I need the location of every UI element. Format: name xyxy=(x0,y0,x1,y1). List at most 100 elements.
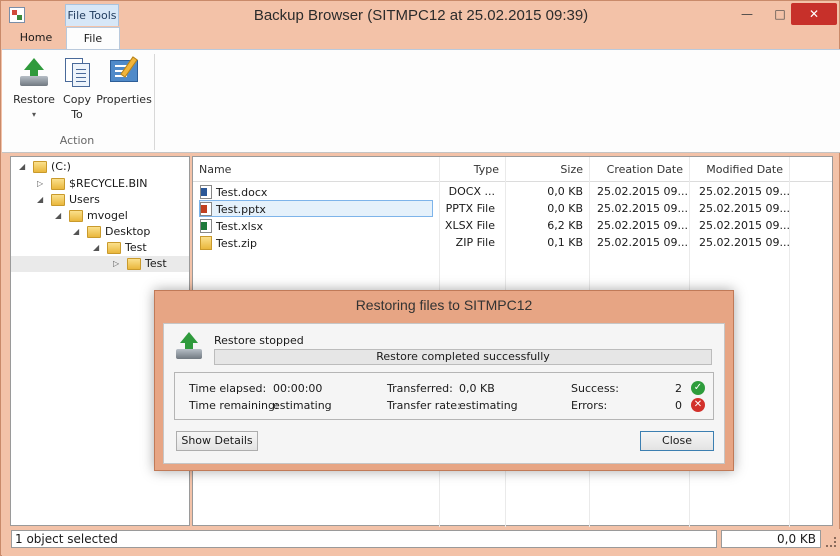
folder-icon xyxy=(33,161,47,173)
time-remaining-value: estimating xyxy=(273,399,332,412)
copy-label-line1: Copy xyxy=(63,93,91,106)
restore-statistics: Time elapsed: 00:00:00 Time remaining: e… xyxy=(174,372,714,420)
table-row[interactable]: Test.zip ZIP File 0,1 KB 25.02.2015 09..… xyxy=(193,234,832,251)
properties-icon xyxy=(108,56,140,88)
tree-item-desktop[interactable]: ◢ Desktop xyxy=(73,224,150,240)
file-name: Test.docx xyxy=(216,186,268,199)
folder-icon xyxy=(107,242,121,254)
properties-label: Properties xyxy=(96,93,152,106)
restore-label: Restore xyxy=(13,93,55,106)
file-name: Test.xlsx xyxy=(216,220,263,233)
tree-item-label: $RECYCLE.BIN xyxy=(69,177,148,190)
file-size: 0,1 KB xyxy=(547,236,583,249)
file-modified-date: 25.02.2015 09... xyxy=(699,219,790,232)
tree-item-label: Test xyxy=(125,241,147,254)
time-remaining-label: Time remaining: xyxy=(189,399,279,412)
tree-item-label: Test xyxy=(145,257,167,270)
folder-icon xyxy=(51,194,65,206)
close-button[interactable]: Close xyxy=(640,431,714,451)
restore-icon xyxy=(18,56,50,88)
time-elapsed-value: 00:00:00 xyxy=(273,382,323,395)
restore-icon xyxy=(176,332,210,364)
ribbon-tabs: Home File xyxy=(2,27,840,50)
file-size: 6,2 KB xyxy=(547,219,583,232)
close-window-button[interactable]: ✕ xyxy=(791,3,837,25)
tree-item-drive-c[interactable]: ◢ (C:) xyxy=(19,159,71,175)
status-size-text: 0,0 KB xyxy=(721,530,821,548)
file-type: ZIP File xyxy=(455,236,495,249)
column-header-name[interactable]: Name xyxy=(193,157,439,182)
minimize-button[interactable]: — xyxy=(731,3,763,25)
restore-button[interactable]: Restore ▾ xyxy=(10,56,58,122)
file-list-header: Name Type Size Creation Date Modified Da… xyxy=(193,157,832,182)
transfer-rate-value: estimating xyxy=(459,399,518,412)
expand-icon[interactable]: ◢ xyxy=(55,208,67,224)
copy-icon xyxy=(61,56,93,88)
tab-home[interactable]: Home xyxy=(10,27,62,49)
file-modified-date: 25.02.2015 09... xyxy=(699,185,790,198)
file-size: 0,0 KB xyxy=(547,202,583,215)
tree-item-label: Users xyxy=(69,193,100,206)
file-modified-date: 25.02.2015 09... xyxy=(699,202,790,215)
copy-to-button[interactable]: Copy To xyxy=(60,56,94,122)
tree-item-label: Desktop xyxy=(105,225,151,238)
expand-icon[interactable]: ▷ xyxy=(37,176,49,192)
file-name: Test.zip xyxy=(216,237,257,250)
success-check-icon: ✓ xyxy=(691,381,705,395)
tree-item-test-selected[interactable]: ▷ Test xyxy=(11,256,189,272)
transfer-rate-label: Transfer rate: xyxy=(387,399,461,412)
dialog-body: Restore stopped Restore completed succes… xyxy=(163,323,725,464)
table-row[interactable]: Test.docx DOCX ... 0,0 KB 25.02.2015 09.… xyxy=(193,183,832,200)
chevron-down-icon[interactable]: ▾ xyxy=(10,107,58,122)
folder-icon xyxy=(127,258,141,270)
success-count: 2 xyxy=(675,382,682,395)
file-creation-date: 25.02.2015 09... xyxy=(597,236,688,249)
errors-label: Errors: xyxy=(571,399,608,412)
column-header-modified-date[interactable]: Modified Date xyxy=(689,157,789,182)
restore-state-text: Restore stopped xyxy=(214,334,304,347)
file-type: PPTX File xyxy=(445,202,495,215)
expand-icon[interactable]: ▷ xyxy=(113,256,125,272)
ribbon-group-divider xyxy=(154,54,155,150)
file-creation-date: 25.02.2015 09... xyxy=(597,202,688,215)
column-header-creation-date[interactable]: Creation Date xyxy=(589,157,689,182)
tree-item-users[interactable]: ◢ Users xyxy=(37,192,100,208)
file-modified-date: 25.02.2015 09... xyxy=(699,236,790,249)
dialog-title: Restoring files to SITMPC12 xyxy=(355,297,533,313)
progress-bar: Restore completed successfully xyxy=(214,349,712,365)
window-title: Backup Browser (SITMPC12 at 25.02.2015 0… xyxy=(253,7,589,24)
time-elapsed-label: Time elapsed: xyxy=(189,382,267,395)
copy-label-line2: To xyxy=(71,108,83,121)
file-type: DOCX ... xyxy=(448,185,495,198)
file-creation-date: 25.02.2015 09... xyxy=(597,219,688,232)
expand-icon[interactable]: ◢ xyxy=(37,192,49,208)
errors-count: 0 xyxy=(675,399,682,412)
file-type: XLSX File xyxy=(444,219,495,232)
table-row[interactable]: Test.xlsx XLSX File 6,2 KB 25.02.2015 09… xyxy=(193,217,832,234)
expand-icon[interactable]: ◢ xyxy=(73,224,85,240)
tree-item-label: (C:) xyxy=(51,160,71,173)
ribbon-group-label: Action xyxy=(59,134,95,147)
expand-icon[interactable]: ◢ xyxy=(19,159,31,175)
tree-item-mvogel[interactable]: ◢ mvogel xyxy=(55,208,128,224)
column-header-type[interactable]: Type xyxy=(439,157,505,182)
resize-grip-icon[interactable] xyxy=(826,537,836,547)
tree-item-label: mvogel xyxy=(87,209,128,222)
powerpoint-file-icon xyxy=(200,202,212,216)
success-label: Success: xyxy=(571,382,619,395)
folder-icon xyxy=(87,226,101,238)
show-details-button[interactable]: Show Details xyxy=(176,431,258,451)
transferred-value: 0,0 KB xyxy=(459,382,495,395)
table-row-selected[interactable]: Test.pptx PPTX File 0,0 KB 25.02.2015 09… xyxy=(193,200,832,217)
tab-file[interactable]: File xyxy=(66,27,120,50)
tree-item-recycle-bin[interactable]: ▷ $RECYCLE.BIN xyxy=(37,176,147,192)
expand-icon[interactable]: ◢ xyxy=(93,240,105,256)
word-file-icon xyxy=(200,185,212,199)
error-x-icon: ✕ xyxy=(691,398,705,412)
excel-file-icon xyxy=(200,219,212,233)
file-size: 0,0 KB xyxy=(547,185,583,198)
properties-button[interactable]: Properties xyxy=(96,56,152,107)
tree-item-test[interactable]: ◢ Test xyxy=(93,240,147,256)
file-name: Test.pptx xyxy=(216,203,266,216)
column-header-size[interactable]: Size xyxy=(505,157,589,182)
